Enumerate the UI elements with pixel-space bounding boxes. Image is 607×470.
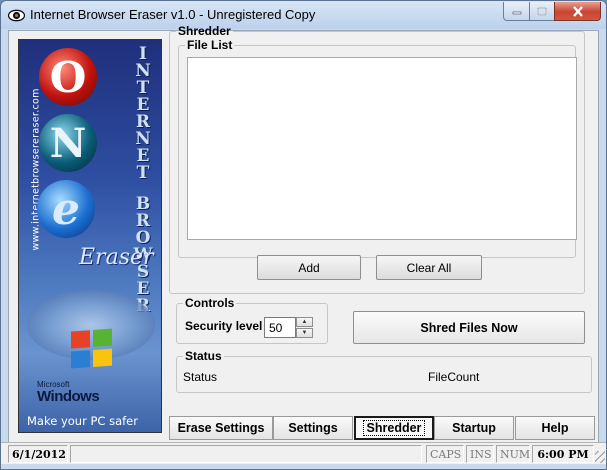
add-button[interactable]: Add [257, 255, 361, 280]
statusbar-ins: INS [466, 445, 494, 463]
banner-tagline: Make your PC safer [27, 414, 138, 428]
file-list-box[interactable] [187, 57, 577, 240]
tab-erase-settings[interactable]: Erase Settings [169, 416, 273, 440]
tab-help[interactable]: Help [515, 416, 595, 440]
resize-grip[interactable] [595, 451, 605, 463]
filecount-label: FileCount [428, 370, 480, 384]
promo-banner: www.internetbrowsereraser.com O N e INTE… [18, 39, 162, 433]
status-group: Status [176, 349, 592, 393]
spin-down-button[interactable]: ▼ [296, 328, 313, 338]
tab-settings[interactable]: Settings [273, 416, 353, 440]
window-title: Internet Browser Eraser v1.0 - Unregiste… [30, 7, 316, 22]
opera-logo: O [39, 48, 97, 106]
minimize-icon [512, 11, 521, 15]
close-button[interactable] [554, 2, 601, 21]
maximize-button[interactable] [529, 2, 555, 21]
tab-shredder-label: Shredder [362, 420, 426, 436]
file-list-label: File List [187, 38, 233, 52]
internet-explorer-logo: e [37, 180, 95, 238]
tab-startup[interactable]: Startup [434, 416, 514, 440]
status-label: Status [183, 370, 218, 384]
security-level-input[interactable] [264, 317, 296, 338]
banner-word-internet: INTERNET [131, 46, 155, 182]
banner-letter: T [136, 163, 150, 183]
shredder-group-title: Shredder [178, 24, 231, 38]
netscape-logo: N [39, 114, 97, 172]
statusbar-message [70, 445, 422, 463]
windows-flag-icon [71, 328, 115, 371]
statusbar-caps: CAPS [426, 445, 464, 463]
status-bar: 6/1/2012 CAPS INS NUM 6:00 PM [1, 442, 606, 464]
client-area: www.internetbrowsereraser.com O N e INTE… [8, 24, 599, 463]
windows-text: Windows [37, 388, 100, 405]
eye-app-icon[interactable] [8, 7, 25, 24]
app-window: Internet Browser Eraser v1.0 - Unregiste… [0, 0, 607, 470]
banner-vertical-text: INTERNET BROWSER [131, 46, 155, 315]
close-icon [572, 5, 583, 17]
maximize-icon [537, 6, 547, 16]
clear-all-button[interactable]: Clear All [376, 255, 482, 280]
shred-files-now-button[interactable]: Shred Files Now [353, 311, 585, 344]
security-level-label: Security level [185, 319, 263, 333]
statusbar-date: 6/1/2012 [8, 445, 68, 463]
security-level-spinner: ▲ ▼ [296, 317, 313, 338]
banner-eraser-text: Eraser [79, 245, 154, 270]
controls-group-title: Controls [185, 296, 235, 310]
spin-up-button[interactable]: ▲ [296, 317, 313, 327]
statusbar-num: NUM [496, 445, 530, 463]
minimize-button[interactable] [503, 2, 530, 21]
statusbar-time: 6:00 PM [532, 445, 594, 463]
status-group-title: Status [185, 349, 222, 363]
tab-shredder[interactable]: Shredder [354, 416, 434, 440]
